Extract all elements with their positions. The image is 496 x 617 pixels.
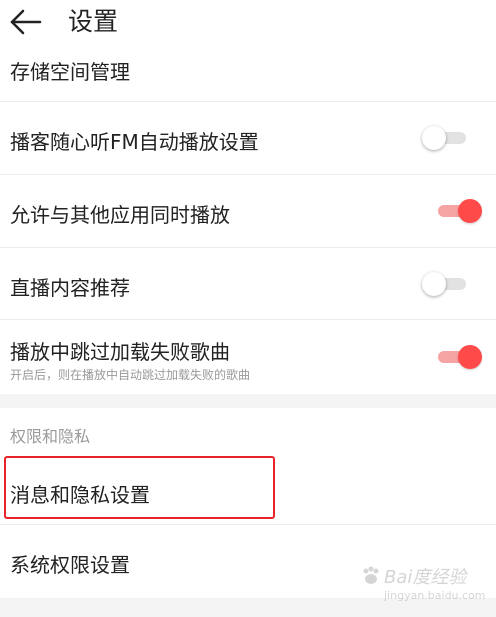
row-allow-other-apps[interactable]: 允许与其他应用同时播放 (0, 175, 496, 248)
paw-icon (363, 566, 379, 584)
skip-failed-label: 播放中跳过加载失败歌曲 (10, 340, 230, 364)
baidu-watermark: Bai度经验 jingyan.baidu.com (360, 557, 490, 613)
section-divider (0, 394, 496, 408)
row-live-recommend[interactable]: 直播内容推荐 (0, 248, 496, 320)
allow-other-apps-label: 允许与其他应用同时播放 (10, 203, 230, 227)
toggle-knob (458, 345, 482, 369)
live-recommend-toggle[interactable] (422, 272, 470, 296)
header-bar: 设置 (0, 0, 496, 44)
watermark-text: Bai度经验 (384, 567, 467, 588)
arrow-left-icon (10, 9, 42, 35)
row-storage-management[interactable]: 存储空间管理 (0, 44, 496, 102)
row-podcast-fm-autoplay[interactable]: 播客随心听FM自动播放设置 (0, 102, 496, 175)
podcast-fm-toggle[interactable] (422, 126, 470, 150)
toggle-knob (458, 199, 482, 223)
skip-failed-description: 开启后，则在播放中自动跳过加载失败的歌曲 (10, 368, 251, 382)
toggle-knob (422, 272, 446, 296)
system-permission-label: 系统权限设置 (10, 553, 130, 577)
skip-failed-toggle[interactable] (432, 345, 482, 369)
highlight-box (4, 456, 275, 519)
toggle-knob (422, 126, 446, 150)
podcast-fm-label: 播客随心听FM自动播放设置 (10, 130, 259, 154)
live-recommend-label: 直播内容推荐 (10, 276, 130, 300)
page-title: 设置 (68, 7, 119, 36)
back-button[interactable] (8, 6, 44, 38)
allow-other-apps-toggle[interactable] (432, 199, 482, 223)
watermark-subtext: jingyan.baidu.com (384, 589, 486, 602)
storage-label: 存储空间管理 (10, 60, 130, 84)
row-skip-failed-songs[interactable]: 播放中跳过加载失败歌曲 开启后，则在播放中自动跳过加载失败的歌曲 (0, 320, 496, 394)
section-title-permissions: 权限和隐私 (10, 427, 91, 446)
